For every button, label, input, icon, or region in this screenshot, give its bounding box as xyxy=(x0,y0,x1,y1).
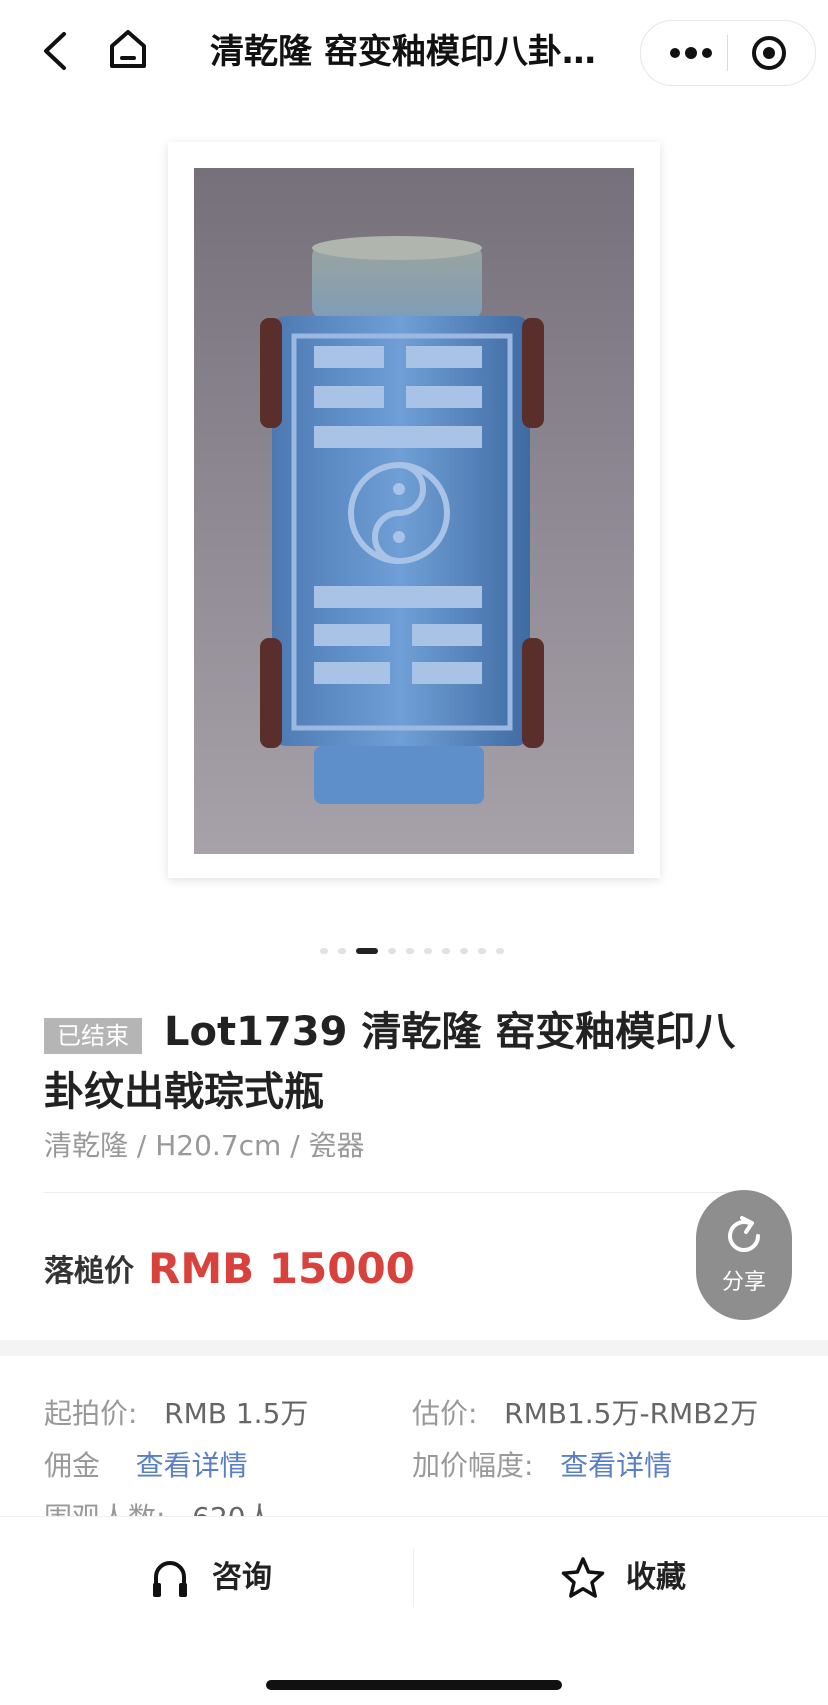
gallery-dot[interactable] xyxy=(424,948,432,954)
hammer-price-value: RMB 15000 xyxy=(148,1244,415,1293)
commission-details-link[interactable]: 查看详情 xyxy=(136,1449,248,1482)
lot-title: Lot1739 清乾隆 窑变釉模印八卦纹出戟琮式瓶 xyxy=(44,1009,736,1115)
commission-label: 佣金 xyxy=(44,1449,101,1482)
vase-photo xyxy=(194,168,634,854)
nav-bar: 清乾隆 窑变釉模印八卦… xyxy=(0,0,828,104)
increment-details-link[interactable]: 查看详情 xyxy=(560,1449,672,1482)
gallery-dot[interactable] xyxy=(356,948,378,954)
page-title: 清乾隆 窑变釉模印八卦… xyxy=(210,32,596,72)
target-icon[interactable] xyxy=(747,33,791,73)
increment-row: 加价幅度: 查看详情 xyxy=(412,1446,672,1486)
gallery-dot[interactable] xyxy=(406,948,414,954)
start-price-label: 起拍价: xyxy=(44,1397,138,1430)
section-divider xyxy=(0,1340,828,1356)
mini-program-capsule xyxy=(640,20,816,86)
gallery-dot[interactable] xyxy=(496,948,504,954)
chevron-left-icon[interactable] xyxy=(36,28,76,74)
gallery-pagination[interactable] xyxy=(320,946,510,956)
gallery-dot[interactable] xyxy=(442,948,450,954)
divider xyxy=(44,1192,734,1193)
star-icon xyxy=(561,1557,605,1598)
bottom-divider xyxy=(413,1549,414,1607)
gallery-dot[interactable] xyxy=(338,948,346,954)
product-image-card[interactable] xyxy=(168,142,660,878)
capsule-divider xyxy=(727,35,728,71)
status-badge: 已结束 xyxy=(44,1018,142,1054)
estimate-label: 估价: xyxy=(412,1397,478,1430)
more-dots-icon[interactable] xyxy=(663,33,719,73)
increment-label: 加价幅度: xyxy=(412,1449,534,1482)
home-indicator xyxy=(266,1680,562,1690)
share-button[interactable]: 分享 xyxy=(696,1190,792,1320)
home-icon[interactable] xyxy=(106,26,150,72)
estimate-row: 估价: RMB1.5万-RMB2万 xyxy=(412,1394,758,1434)
gallery-dot[interactable] xyxy=(478,948,486,954)
gallery-dot[interactable] xyxy=(460,948,468,954)
estimate-value: RMB1.5万-RMB2万 xyxy=(504,1397,759,1430)
gallery-dot[interactable] xyxy=(320,948,328,954)
hammer-price-label: 落槌价 xyxy=(44,1254,134,1289)
consult-label: 咨询 xyxy=(212,1560,272,1595)
commission-row: 佣金 查看详情 xyxy=(44,1446,248,1486)
bottom-action-bar: 咨询 收藏 xyxy=(0,1516,828,1705)
favorite-label: 收藏 xyxy=(626,1560,686,1595)
gallery-dot[interactable] xyxy=(388,948,396,954)
lot-meta: 清乾隆 / H20.7cm / 瓷器 xyxy=(44,1129,365,1162)
start-price-value: RMB 1.5万 xyxy=(164,1397,309,1430)
start-price-row: 起拍价: RMB 1.5万 xyxy=(44,1394,308,1434)
share-icon xyxy=(728,1216,760,1252)
share-label: 分享 xyxy=(721,1270,766,1295)
headset-icon xyxy=(153,1561,187,1597)
